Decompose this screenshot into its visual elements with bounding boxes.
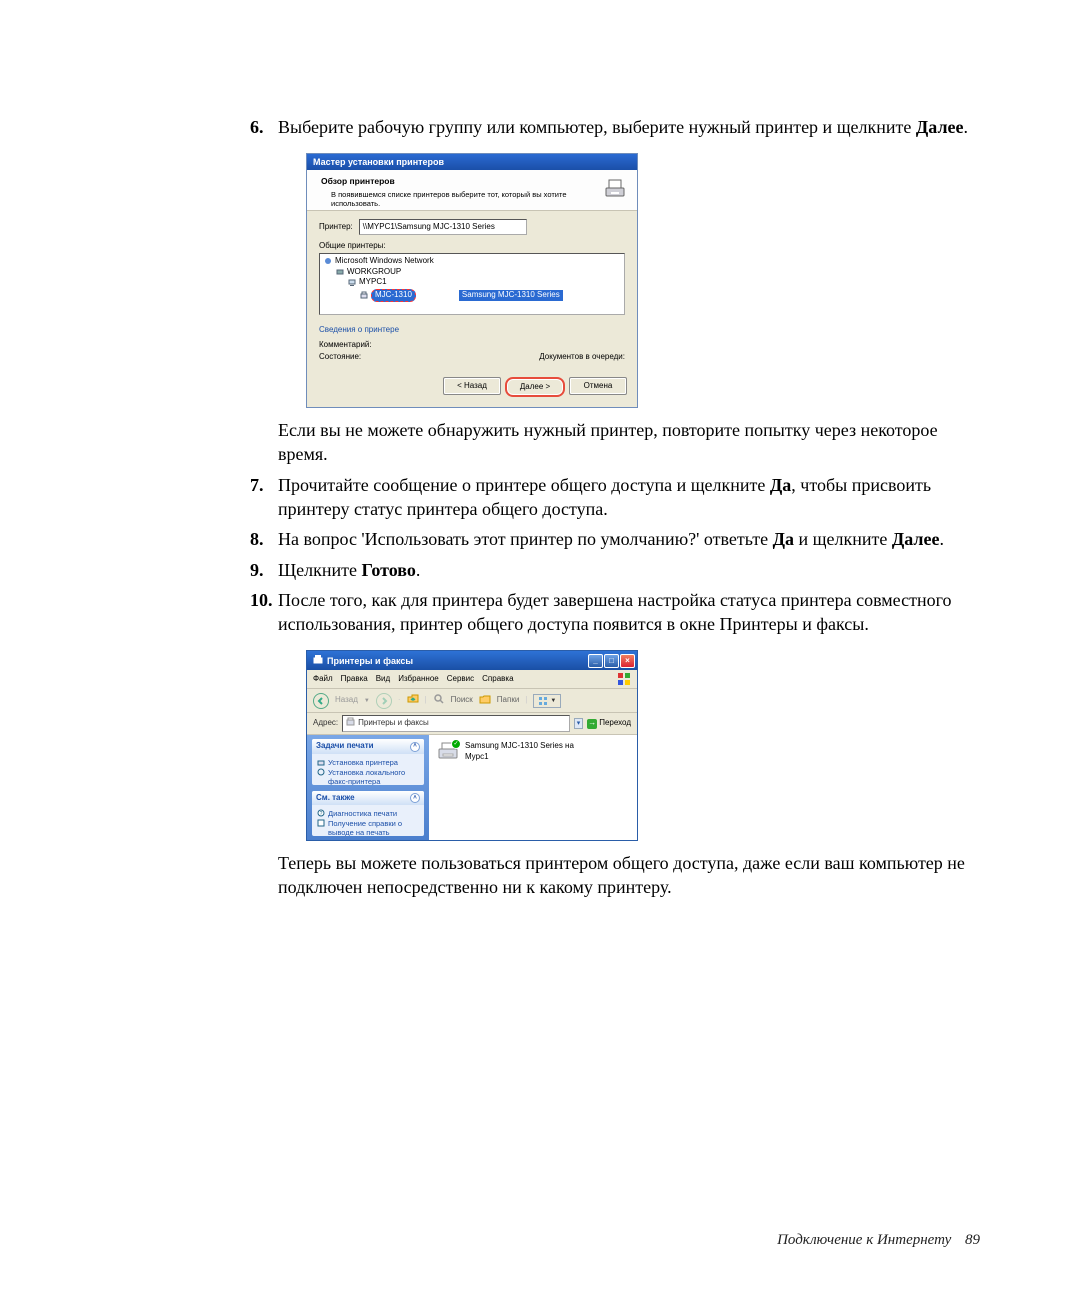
printers-window-icon bbox=[313, 654, 323, 667]
search-label[interactable]: Поиск bbox=[451, 695, 473, 706]
task-add-printer[interactable]: Установка принтера bbox=[317, 758, 419, 767]
step-6-note: Если вы не можете обнаружить нужный прин… bbox=[278, 418, 990, 467]
back-button[interactable]: < Назад bbox=[443, 377, 501, 395]
address-label: Адрес: bbox=[313, 718, 338, 729]
step-6-text-a: Выберите рабочую группу или компьютер, в… bbox=[278, 117, 916, 137]
docs-queue-label: Документов в очереди: bbox=[539, 352, 625, 363]
add-printer-wizard: Мастер установки принтеров Обзор принтер… bbox=[306, 153, 638, 408]
tasks-sidebar: Задачи печати ˄ Установка принтера bbox=[307, 735, 429, 840]
fax-icon bbox=[317, 768, 325, 776]
menu-help[interactable]: Справка bbox=[482, 674, 513, 685]
svg-text:?: ? bbox=[320, 811, 323, 817]
toolbar: Назад ▼ · | bbox=[307, 689, 637, 713]
task-add-fax[interactable]: Установка локального факс-принтера bbox=[317, 768, 419, 785]
printer-item[interactable]: ✓ Samsung MJC-1310 Series на Mypc1 bbox=[437, 741, 629, 763]
network-tree[interactable]: Microsoft Windows Network WORKGROUP MYPC… bbox=[319, 253, 625, 315]
address-combo[interactable]: Принтеры и факсы bbox=[342, 715, 570, 732]
folders-button[interactable] bbox=[479, 693, 491, 709]
step-8: На вопрос 'Использовать этот принтер по … bbox=[250, 527, 990, 551]
page-footer: Подключение к Интернету 89 bbox=[0, 1232, 980, 1249]
step-7: Прочитайте сообщение о принтере общего д… bbox=[250, 473, 990, 522]
maximize-button[interactable]: □ bbox=[604, 654, 619, 668]
up-button[interactable] bbox=[407, 692, 419, 709]
printer-icon bbox=[360, 291, 368, 299]
back-button[interactable] bbox=[313, 693, 329, 709]
step-9: Щелкните Готово. bbox=[250, 558, 990, 582]
shared-printer-icon: ✓ bbox=[437, 741, 459, 761]
see-also-title: См. также bbox=[316, 793, 355, 804]
back-label[interactable]: Назад bbox=[335, 695, 358, 706]
footer-text: Подключение к Интернету bbox=[777, 1232, 951, 1248]
task-troubleshoot[interactable]: ? Диагностика печати bbox=[317, 809, 419, 818]
printer-wizard-icon bbox=[603, 176, 627, 200]
forward-button[interactable] bbox=[376, 693, 392, 709]
wizard-subheading: В появившемся списке принтеров выберите … bbox=[331, 190, 597, 208]
next-button[interactable]: Далее > bbox=[505, 377, 565, 397]
computer-icon bbox=[348, 279, 356, 287]
collapse-icon[interactable]: ˄ bbox=[410, 793, 420, 803]
search-button[interactable] bbox=[433, 693, 445, 709]
windows-flag-icon bbox=[617, 672, 631, 686]
address-bar: Адрес: Принтеры и факсы ▾ → Переход bbox=[307, 713, 637, 735]
printer-path-input[interactable]: \\MYPC1\Samsung MJC-1310 Series bbox=[359, 219, 527, 235]
printer-item-label: Samsung MJC-1310 Series на Mypc1 bbox=[465, 741, 585, 763]
help-icon: ? bbox=[317, 809, 325, 817]
back-dropdown-icon[interactable]: ▼ bbox=[364, 697, 370, 705]
wizard-header: Обзор принтеров В появившемся списке при… bbox=[307, 170, 637, 210]
wizard-footer: < Назад Далее > Отмена bbox=[307, 369, 637, 407]
menu-favorites[interactable]: Избранное bbox=[398, 674, 439, 685]
print-tasks-panel: Задачи печати ˄ Установка принтера bbox=[312, 739, 424, 785]
step-6: Выберите рабочую группу или компьютер, в… bbox=[250, 115, 990, 467]
help-book-icon bbox=[317, 819, 325, 827]
workgroup-icon bbox=[336, 268, 344, 276]
collapse-icon[interactable]: ˄ bbox=[410, 742, 420, 752]
folders-label[interactable]: Папки bbox=[497, 695, 520, 706]
cancel-button[interactable]: Отмена bbox=[569, 377, 627, 395]
wizard-titlebar: Мастер установки принтеров bbox=[307, 154, 637, 170]
wizard-heading: Обзор принтеров bbox=[321, 176, 597, 187]
step-6-bold: Далее bbox=[916, 117, 964, 137]
comment-label: Комментарий: bbox=[319, 340, 372, 351]
printer-path-label: Принтер: bbox=[319, 222, 353, 233]
address-dropdown-icon[interactable]: ▾ bbox=[574, 718, 584, 729]
task-get-help[interactable]: Получение справки о выводе на печать bbox=[317, 819, 419, 836]
page-number: 89 bbox=[965, 1232, 980, 1248]
views-button[interactable]: ▼ bbox=[533, 694, 561, 708]
tree-network-root[interactable]: Microsoft Windows Network bbox=[324, 256, 620, 267]
go-arrow-icon: → bbox=[587, 719, 597, 729]
address-icon bbox=[346, 717, 355, 730]
status-label: Состояние: bbox=[319, 352, 361, 363]
network-icon bbox=[324, 257, 332, 265]
step-10-after: Теперь вы можете пользоваться принтером … bbox=[278, 851, 990, 900]
go-button[interactable]: → Переход bbox=[587, 718, 631, 729]
menu-bar: Файл Правка Вид Избранное Сервис Справка bbox=[307, 670, 637, 689]
tree-workgroup[interactable]: WORKGROUP bbox=[324, 267, 620, 278]
menu-edit[interactable]: Правка bbox=[341, 674, 368, 685]
see-also-panel: См. также ˄ ? Диагностика печати bbox=[312, 791, 424, 837]
wizard-screenshot: Мастер установки принтеров Обзор принтер… bbox=[306, 153, 990, 408]
minimize-button[interactable]: _ bbox=[588, 654, 603, 668]
menu-view[interactable]: Вид bbox=[376, 674, 390, 685]
explorer-screenshot: Принтеры и факсы _ □ × Файл Правка Вид bbox=[306, 650, 990, 841]
default-check-icon: ✓ bbox=[451, 739, 461, 749]
print-tasks-title: Задачи печати bbox=[316, 741, 374, 752]
menu-file[interactable]: Файл bbox=[313, 674, 333, 685]
wizard-body: Принтер: \\MYPC1\Samsung MJC-1310 Series… bbox=[307, 211, 637, 369]
step-10: После того, как для принтера будет завер… bbox=[250, 588, 990, 900]
shared-printers-label: Общие принтеры: bbox=[319, 241, 625, 252]
tree-computer[interactable]: MYPC1 bbox=[324, 277, 620, 288]
explorer-titlebar: Принтеры и факсы _ □ × bbox=[307, 651, 637, 670]
add-printer-icon bbox=[317, 758, 325, 766]
printers-list-area: ✓ Samsung MJC-1310 Series на Mypc1 bbox=[429, 735, 637, 840]
printer-info-title: Сведения о принтере bbox=[319, 325, 625, 336]
tree-printer-selected[interactable]: MJC-1310 Samsung MJC-1310 Series bbox=[324, 289, 620, 302]
menu-tools[interactable]: Сервис bbox=[447, 674, 474, 685]
close-button[interactable]: × bbox=[620, 654, 635, 668]
printers-faxes-window: Принтеры и факсы _ □ × Файл Правка Вид bbox=[306, 650, 638, 841]
